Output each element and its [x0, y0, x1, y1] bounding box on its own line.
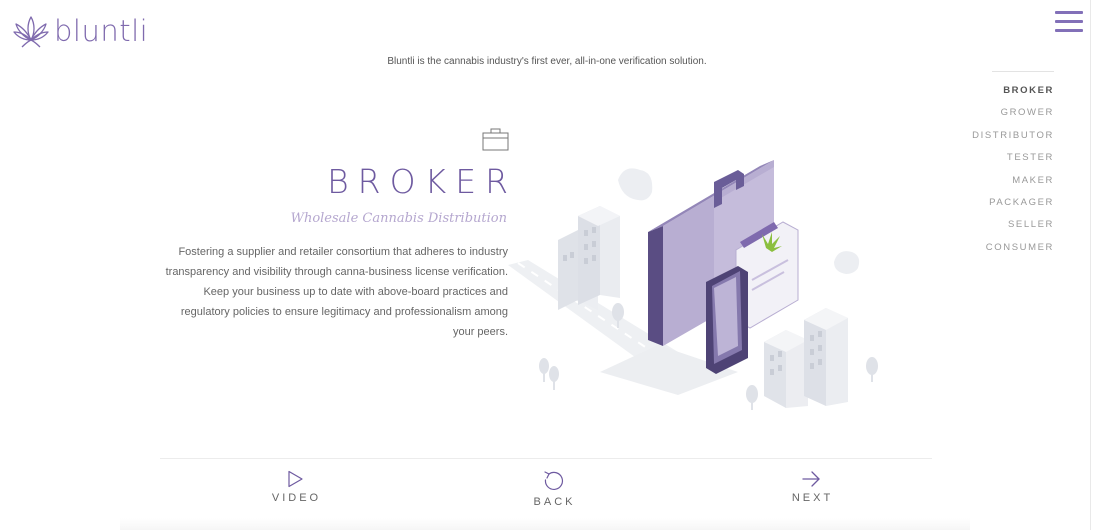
- broker-illustration: [508, 160, 878, 410]
- section-subtitle: Wholesale Cannabis Distribution: [290, 211, 507, 226]
- back-button[interactable]: BACK: [503, 470, 603, 508]
- nav-item-maker[interactable]: MAKER: [972, 175, 1054, 197]
- nav-item-packager[interactable]: PACKAGER: [972, 197, 1054, 219]
- hamburger-bar: [1055, 29, 1083, 32]
- undo-icon: [544, 471, 564, 490]
- cannabis-leaf-logo-icon: [13, 16, 49, 48]
- nav-item-tester[interactable]: TESTER: [972, 152, 1054, 174]
- nav-item-consumer[interactable]: CONSUMER: [972, 242, 1054, 264]
- nav-item-grower[interactable]: GROWER: [972, 107, 1054, 129]
- briefcase-icon: [482, 128, 509, 151]
- hamburger-bar: [1055, 11, 1083, 14]
- next-label: NEXT: [791, 492, 834, 504]
- tagline: Bluntli is the cannabis industry's first…: [387, 56, 707, 67]
- video-button[interactable]: VIDEO: [245, 470, 345, 504]
- back-label: BACK: [533, 496, 576, 508]
- nav-item-distributor[interactable]: DISTRIBUTOR: [972, 130, 1054, 152]
- nav-item-broker[interactable]: BROKER: [972, 85, 1054, 107]
- nav-separator: [992, 71, 1054, 72]
- section-title: BROKER: [327, 162, 517, 201]
- video-label: VIDEO: [271, 492, 322, 504]
- next-button[interactable]: NEXT: [761, 470, 861, 504]
- logo[interactable]: bluntli: [12, 14, 148, 48]
- bottom-shadow: [120, 518, 970, 530]
- nav-item-seller[interactable]: SELLER: [972, 219, 1054, 241]
- play-icon: [288, 470, 303, 488]
- controls-divider: [160, 458, 932, 459]
- side-nav: BROKER GROWER DISTRIBUTOR TESTER MAKER P…: [972, 85, 1054, 264]
- right-divider: [1090, 0, 1091, 530]
- hamburger-bar: [1055, 20, 1083, 23]
- menu-button[interactable]: [1055, 11, 1083, 33]
- section-description: Fostering a supplier and retailer consor…: [165, 246, 508, 338]
- brand-name: bluntli: [54, 14, 149, 48]
- arrow-right-icon: [802, 471, 820, 487]
